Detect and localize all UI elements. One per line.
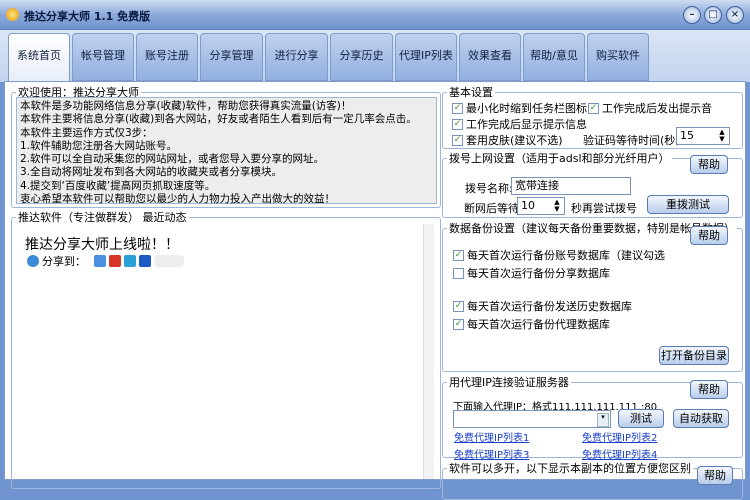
- finish-message-checkbox[interactable]: ✓ 工作完成后显示提示信息: [452, 116, 587, 132]
- welcome-line: 2.软件可以全自动采集您的网站网址，或者您导入要分享的网址。: [20, 153, 325, 166]
- news-legend: 推达软件（专注做群发） 最近动态: [18, 211, 187, 224]
- dial-name-label: 拨号名称:: [465, 182, 513, 195]
- proxy-auto-button[interactable]: 自动获取: [673, 409, 729, 428]
- proxy-help-button[interactable]: 帮助: [690, 380, 728, 399]
- backup-share-checkbox[interactable]: 每天首次运行备份分享数据库: [453, 265, 610, 281]
- proxy-test-button[interactable]: 测试: [618, 409, 664, 428]
- backup-account-checkbox[interactable]: ✓ 每天首次运行备份账号数据库（建议勾选: [453, 247, 665, 263]
- dial-wait-suffix: 秒再尝试拨号: [571, 202, 637, 215]
- minimize-tray-checkbox[interactable]: ✓ 最小化时缩到任务栏图标: [452, 100, 587, 116]
- minimize-button[interactable]: –: [683, 6, 701, 24]
- welcome-text: 本软件是多功能网络信息分享(收藏)软件，帮助您获得真实流量(访客)！ 本软件主要…: [16, 97, 437, 206]
- tab-account-register[interactable]: 账号注册: [136, 33, 198, 81]
- proxy-legend: 用代理IP连接验证服务器: [449, 376, 569, 389]
- share-people-icon: [27, 255, 39, 267]
- close-button[interactable]: ×: [726, 6, 744, 24]
- tab-home[interactable]: 系统首页: [8, 33, 70, 81]
- captcha-wait-spinner[interactable]: 15 ▲ ▼: [676, 127, 730, 145]
- multi-help-button[interactable]: 帮助: [697, 466, 733, 485]
- finish-sound-checkbox[interactable]: ✓ 工作完成后发出提示音: [588, 100, 712, 116]
- dial-help-button[interactable]: 帮助: [690, 155, 728, 174]
- share-label: 分享到：: [42, 255, 86, 268]
- free-proxy-link-1[interactable]: 免费代理IP列表1: [454, 429, 529, 444]
- home-panel: 欢迎使用：推达分享大师 本软件是多功能网络信息分享(收藏)软件，帮助您获得真实流…: [4, 81, 746, 500]
- dial-name-input[interactable]: 宽带连接: [511, 177, 631, 195]
- proxy-input[interactable]: ▾: [453, 410, 611, 428]
- backup-history-checkbox[interactable]: ✓ 每天首次运行备份发送历史数据库: [453, 298, 632, 314]
- tab-share-history[interactable]: 分享历史: [330, 33, 393, 81]
- free-proxy-link-3[interactable]: 免费代理IP列表3: [454, 446, 529, 461]
- welcome-line: 本软件主要将信息分享(收藏)到各大网站，好友或者陌生人看到后有一定几率会点击。: [20, 113, 417, 126]
- tab-share-manage[interactable]: 分享管理: [200, 33, 263, 81]
- welcome-line: 本软件是多功能网络信息分享(收藏)软件，帮助您获得真实流量(访客)！: [20, 100, 352, 112]
- skin-checkbox[interactable]: ✓ 套用皮肤(建议不选): [452, 132, 563, 148]
- free-proxy-link-4[interactable]: 免费代理IP列表4: [582, 446, 657, 461]
- tab-do-share[interactable]: 进行分享: [265, 33, 328, 81]
- tab-buy[interactable]: 购买软件: [587, 33, 649, 81]
- tab-proxy-list[interactable]: 代理IP列表: [395, 33, 457, 81]
- tab-bar: 系统首页 帐号管理 账号注册 分享管理 进行分享 分享历史 代理IP列表 效果查…: [0, 30, 750, 82]
- news-scrollbar[interactable]: [423, 224, 434, 479]
- share-more[interactable]: [154, 255, 184, 267]
- backup-proxy-checkbox[interactable]: ✓ 每天首次运行备份代理数据库: [453, 316, 610, 332]
- captcha-wait-label: 验证码等待时间(秒): [583, 134, 680, 147]
- title-bar: 推达分享大师 1.1 免费版 – □ ×: [0, 0, 750, 30]
- backup-help-button[interactable]: 帮助: [690, 226, 728, 245]
- qzone-icon[interactable]: [94, 255, 106, 267]
- welcome-line: 衷心希望本软件可以帮助您以最少的人力物力投入产出做大的效益！: [20, 193, 335, 206]
- free-proxy-link-2[interactable]: 免费代理IP列表2: [582, 429, 657, 444]
- tqq-icon[interactable]: [124, 255, 136, 267]
- app-logo-icon: [6, 8, 19, 21]
- welcome-line: 4.提交到‘百度收藏’提高网页抓取速度等。: [20, 179, 216, 192]
- multi-legend: 软件可以多开，以下显示本副本的位置方便您区别: [449, 462, 691, 475]
- tab-effect[interactable]: 效果查看: [459, 33, 521, 81]
- open-backup-dir-button[interactable]: 打开备份目录: [659, 346, 729, 365]
- window-title: 推达分享大师 1.1 免费版: [24, 10, 151, 23]
- renren-icon[interactable]: [139, 255, 151, 267]
- share-bar: 分享到：: [27, 253, 184, 269]
- news-view: 推达分享大师上线啦！！ 分享到：: [17, 224, 434, 479]
- redial-test-button[interactable]: 重拨测试: [647, 195, 729, 214]
- welcome-line: 1.软件辅助您注册各大网站账号。: [20, 139, 178, 152]
- dial-legend: 拨号上网设置（适用于adsl和部分光纤用户）: [449, 152, 670, 165]
- dial-wait-label: 断网后等待: [464, 202, 519, 215]
- tab-help[interactable]: 帮助/意见: [523, 33, 585, 81]
- tab-account-manage[interactable]: 帐号管理: [72, 33, 134, 81]
- weibo-icon[interactable]: [109, 255, 121, 267]
- dial-wait-spinner[interactable]: 10 ▲ ▼: [517, 197, 565, 215]
- welcome-line: 3.全自动将网址发布到各大网站的收藏夹或者分享模块。: [20, 166, 283, 179]
- maximize-button[interactable]: □: [704, 6, 722, 24]
- news-headline: 推达分享大师上线啦！！: [25, 237, 179, 253]
- basic-legend: 基本设置: [449, 86, 493, 99]
- welcome-line: 本软件主要运作方式仅3步：: [20, 126, 153, 139]
